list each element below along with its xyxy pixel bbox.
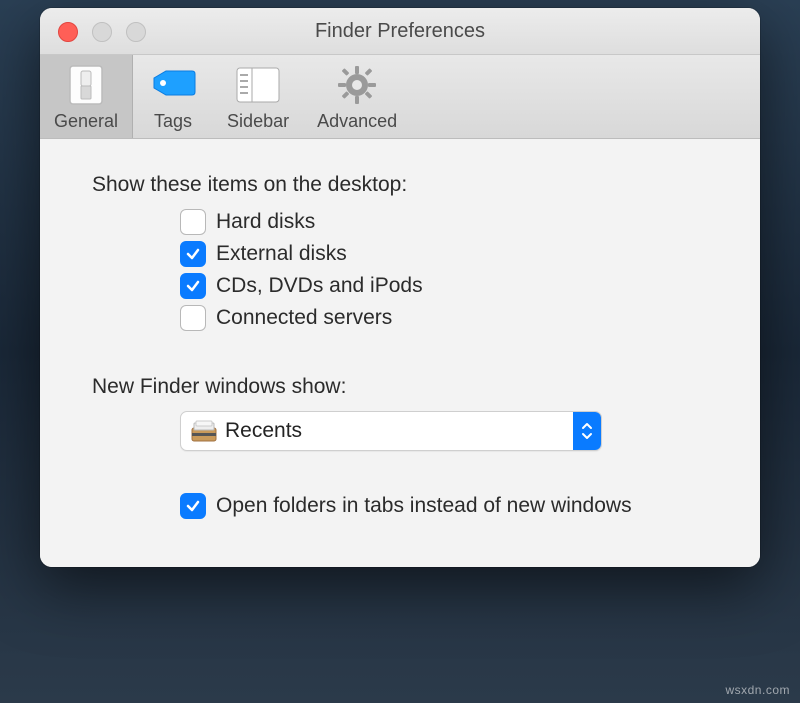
recents-icon — [191, 420, 217, 442]
toolbar: General Tags — [40, 55, 760, 139]
option-label: Hard disks — [216, 210, 315, 234]
tab-sidebar[interactable]: Sidebar — [213, 55, 303, 138]
option-open-in-tabs: Open folders in tabs instead of new wind… — [180, 493, 730, 519]
checkbox-open-in-tabs[interactable] — [180, 493, 206, 519]
option-external-disks: External disks — [180, 241, 730, 267]
popup-selected-label: Recents — [225, 419, 302, 443]
option-label: Connected servers — [216, 306, 392, 330]
tag-icon — [147, 63, 199, 107]
checkbox-connected-servers[interactable] — [180, 305, 206, 331]
tab-tags[interactable]: Tags — [133, 55, 213, 138]
tab-label: Sidebar — [227, 111, 289, 132]
zoom-button[interactable] — [126, 22, 146, 42]
option-cds-dvds-ipods: CDs, DVDs and iPods — [180, 273, 730, 299]
preferences-content: Show these items on the desktop: Hard di… — [40, 139, 760, 567]
window-controls — [58, 22, 146, 42]
new-windows-popup[interactable]: Recents — [180, 411, 602, 451]
tab-label: General — [54, 111, 118, 132]
option-label: Open folders in tabs instead of new wind… — [216, 494, 632, 518]
window-title: Finder Preferences — [315, 20, 485, 43]
popup-arrows-icon — [573, 412, 601, 450]
gear-icon — [331, 63, 383, 107]
tab-general[interactable]: General — [40, 55, 133, 138]
checkbox-hard-disks[interactable] — [180, 209, 206, 235]
checkbox-external-disks[interactable] — [180, 241, 206, 267]
option-hard-disks: Hard disks — [180, 209, 730, 235]
tab-label: Advanced — [317, 111, 397, 132]
switch-icon — [60, 63, 112, 107]
close-button[interactable] — [58, 22, 78, 42]
option-connected-servers: Connected servers — [180, 305, 730, 331]
desktop-items-heading: Show these items on the desktop: — [92, 173, 730, 197]
preferences-window: Finder Preferences General — [40, 8, 760, 567]
tab-label: Tags — [154, 111, 192, 132]
option-label: External disks — [216, 242, 347, 266]
watermark: wsxdn.com — [725, 683, 790, 697]
new-windows-heading: New Finder windows show: — [92, 375, 730, 399]
checkbox-cds-dvds-ipods[interactable] — [180, 273, 206, 299]
minimize-button[interactable] — [92, 22, 112, 42]
option-label: CDs, DVDs and iPods — [216, 274, 423, 298]
tab-advanced[interactable]: Advanced — [303, 55, 411, 138]
titlebar: Finder Preferences — [40, 8, 760, 55]
sidebar-icon — [232, 63, 284, 107]
